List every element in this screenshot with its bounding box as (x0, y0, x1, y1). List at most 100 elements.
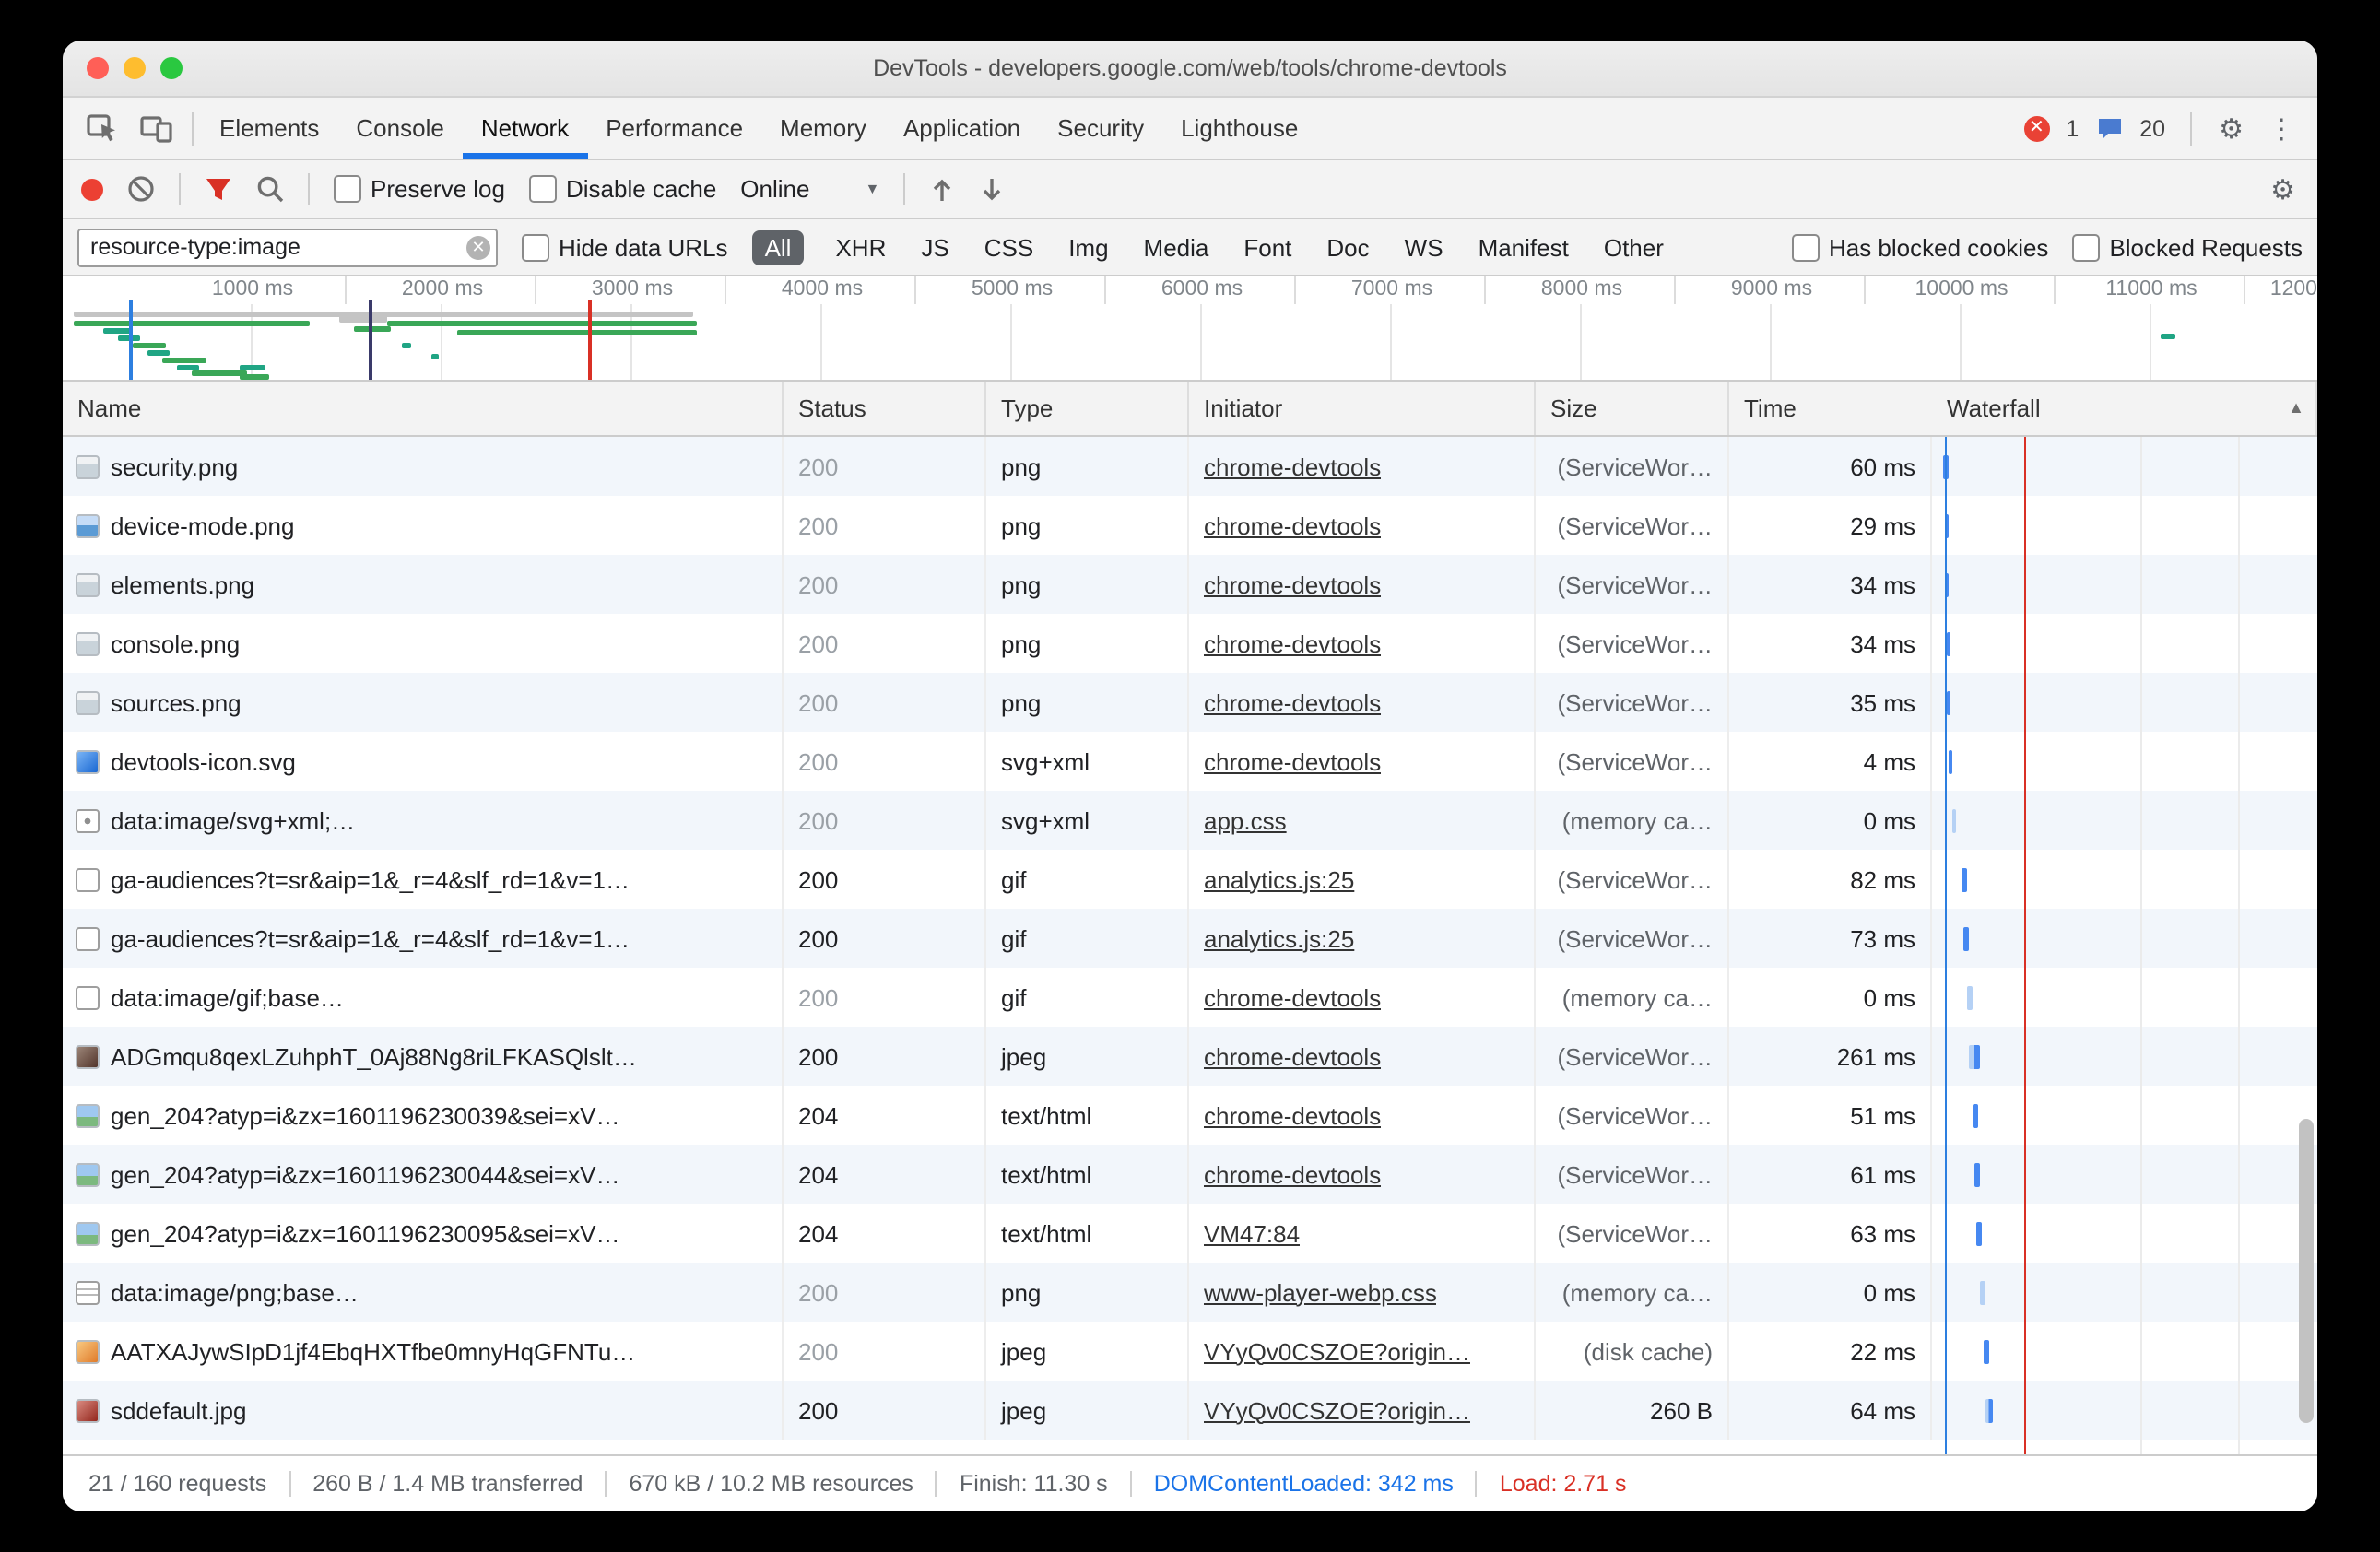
initiator-link[interactable]: VM47:84 (1204, 1219, 1300, 1247)
status-code: 200 (798, 865, 838, 893)
initiator-link[interactable]: VYyQv0CSZOE?origin… (1204, 1337, 1470, 1365)
table-row[interactable]: console.png 200 png chrome-devtools (Ser… (63, 614, 2317, 673)
initiator-link[interactable]: chrome-devtools (1204, 629, 1381, 657)
device-toolbar-button[interactable] (129, 98, 184, 159)
kebab-menu-icon[interactable]: ⋮ (2264, 112, 2299, 145)
panel-tab[interactable]: Elements (201, 98, 337, 159)
panel-tab[interactable]: Performance (587, 98, 761, 159)
time-tick-label: 5000 ms (972, 278, 1053, 300)
preserve-log-checkbox[interactable]: Preserve log (334, 175, 505, 203)
table-row[interactable]: sddefault.jpg 200 jpeg VYyQv0CSZOE?origi… (63, 1381, 2317, 1440)
table-row[interactable]: device-mode.png 200 png chrome-devtools … (63, 496, 2317, 555)
table-row[interactable]: gen_204?atyp=i&zx=1601196230095&sei=xV… … (63, 1204, 2317, 1263)
initiator-link[interactable]: www-player-webp.css (1204, 1278, 1437, 1306)
column-header[interactable]: Initiator (1189, 382, 1536, 435)
initiator-link[interactable]: chrome-devtools (1204, 1101, 1381, 1129)
initiator-link[interactable]: VYyQv0CSZOE?origin… (1204, 1396, 1470, 1424)
network-overview[interactable]: 1000 ms 2000 ms 3000 ms 4000 ms 5000 ms … (63, 276, 2317, 382)
panel-tab[interactable]: Application (885, 98, 1039, 159)
export-har-icon[interactable] (979, 176, 1005, 202)
resource-type-filter[interactable]: Other (1600, 229, 1667, 265)
size-value: (ServiceWor… (1557, 865, 1713, 893)
table-row[interactable]: data:image/gif;base… 200 gif chrome-devt… (63, 968, 2317, 1027)
initiator-link[interactable]: chrome-devtools (1204, 983, 1381, 1011)
clear-filter-icon[interactable]: ✕ (466, 235, 490, 259)
resource-type-filter[interactable]: All (752, 229, 805, 265)
initiator-link[interactable]: chrome-devtools (1204, 511, 1381, 539)
table-row[interactable]: gen_204?atyp=i&zx=1601196230044&sei=xV… … (63, 1145, 2317, 1204)
table-row[interactable]: AATXAJywSIpD1jf4EbqHXTfbe0mnyHqGFNTu… 20… (63, 1322, 2317, 1381)
resource-type-filter[interactable]: WS (1401, 229, 1447, 265)
filter-icon[interactable] (205, 176, 232, 202)
record-button[interactable] (81, 178, 103, 200)
initiator-link[interactable]: analytics.js:25 (1204, 865, 1354, 893)
table-row[interactable]: security.png 200 png chrome-devtools (Se… (63, 437, 2317, 496)
minimize-window-button[interactable] (124, 57, 146, 79)
resource-type-filter[interactable]: JS (917, 229, 952, 265)
column-header[interactable]: Status (784, 382, 986, 435)
column-header[interactable]: Size (1536, 382, 1729, 435)
table-row[interactable]: ga-audiences?t=sr&aip=1&_r=4&slf_rd=1&v=… (63, 850, 2317, 909)
table-row[interactable]: elements.png 200 png chrome-devtools (Se… (63, 555, 2317, 614)
status-code: 200 (798, 453, 838, 480)
resource-type-filter[interactable]: Font (1240, 229, 1295, 265)
initiator-link[interactable]: analytics.js:25 (1204, 924, 1354, 952)
table-row[interactable]: gen_204?atyp=i&zx=1601196230039&sei=xV… … (63, 1086, 2317, 1145)
initiator-link[interactable]: chrome-devtools (1204, 1160, 1381, 1188)
resource-type-filter[interactable]: CSS (981, 229, 1037, 265)
network-settings-gear-icon[interactable]: ⚙ (2267, 172, 2299, 206)
waterfall-cell (1932, 1145, 2317, 1204)
initiator-cell: chrome-devtools (1189, 673, 1536, 732)
vertical-scrollbar-thumb[interactable] (2299, 1119, 2314, 1423)
initiator-link[interactable]: chrome-devtools (1204, 688, 1381, 716)
initiator-link[interactable]: chrome-devtools (1204, 1042, 1381, 1070)
initiator-link[interactable]: chrome-devtools (1204, 570, 1381, 598)
waterfall-bar (1984, 1339, 1989, 1363)
table-row[interactable]: ga-audiences?t=sr&aip=1&_r=4&slf_rd=1&v=… (63, 909, 2317, 968)
grid-body: security.png 200 png chrome-devtools (Se… (63, 437, 2317, 1454)
column-header[interactable]: Waterfall (1932, 382, 2317, 435)
waterfall-gridline (2140, 437, 2142, 1454)
import-har-icon[interactable] (929, 176, 955, 202)
status-cell: 200 (784, 732, 986, 791)
inspect-element-button[interactable] (74, 98, 129, 159)
resource-type-filter[interactable]: Img (1065, 229, 1112, 265)
column-header[interactable]: Type (986, 382, 1189, 435)
initiator-link[interactable]: chrome-devtools (1204, 747, 1381, 775)
window-controls (87, 57, 183, 79)
panel-tab[interactable]: Security (1039, 98, 1162, 159)
close-window-button[interactable] (87, 57, 109, 79)
filter-input[interactable] (77, 228, 498, 266)
blocked-requests-checkbox[interactable]: Blocked Requests (2072, 233, 2303, 261)
zoom-window-button[interactable] (160, 57, 183, 79)
settings-gear-icon[interactable]: ⚙ (2215, 112, 2247, 145)
table-row[interactable]: data:image/svg+xml;… 200 svg+xml app.css… (63, 791, 2317, 850)
overview-graph[interactable] (63, 304, 2317, 380)
status-code: 200 (798, 983, 838, 1011)
table-row[interactable]: sources.png 200 png chrome-devtools (Ser… (63, 673, 2317, 732)
panel-tab[interactable]: Memory (761, 98, 885, 159)
table-row[interactable]: devtools-icon.svg 200 svg+xml chrome-dev… (63, 732, 2317, 791)
resource-type-filter[interactable]: Media (1140, 229, 1213, 265)
initiator-link[interactable]: chrome-devtools (1204, 453, 1381, 480)
initiator-link[interactable]: app.css (1204, 806, 1287, 834)
resource-type-filter[interactable]: XHR (831, 229, 890, 265)
table-row[interactable]: ADGmqu8qexLZuhphT_0Aj88Ng8riLFKASQlslt… … (63, 1027, 2317, 1086)
clear-icon[interactable] (127, 175, 155, 203)
hide-data-urls-checkbox[interactable]: Hide data URLs (522, 233, 728, 261)
table-row[interactable]: data:image/png;base… 200 png www-player-… (63, 1263, 2317, 1322)
throttling-dropdown[interactable]: Online ▼ (740, 175, 879, 203)
has-blocked-cookies-checkbox[interactable]: Has blocked cookies (1792, 233, 2048, 261)
resource-type-filter[interactable]: Doc (1323, 229, 1373, 265)
column-header[interactable]: Name (63, 382, 784, 435)
panel-tab[interactable]: Lighthouse (1162, 98, 1316, 159)
name-cell: sddefault.jpg (63, 1381, 784, 1440)
search-icon[interactable] (256, 175, 284, 203)
issues-bubble-icon[interactable] (2095, 115, 2123, 141)
column-header[interactable]: Time (1729, 382, 1932, 435)
resource-type-filter[interactable]: Manifest (1475, 229, 1573, 265)
error-badge-icon[interactable]: ✕ (2023, 115, 2049, 141)
panel-tab[interactable]: Console (337, 98, 462, 159)
panel-tab[interactable]: Network (463, 98, 587, 159)
disable-cache-checkbox[interactable]: Disable cache (529, 175, 716, 203)
